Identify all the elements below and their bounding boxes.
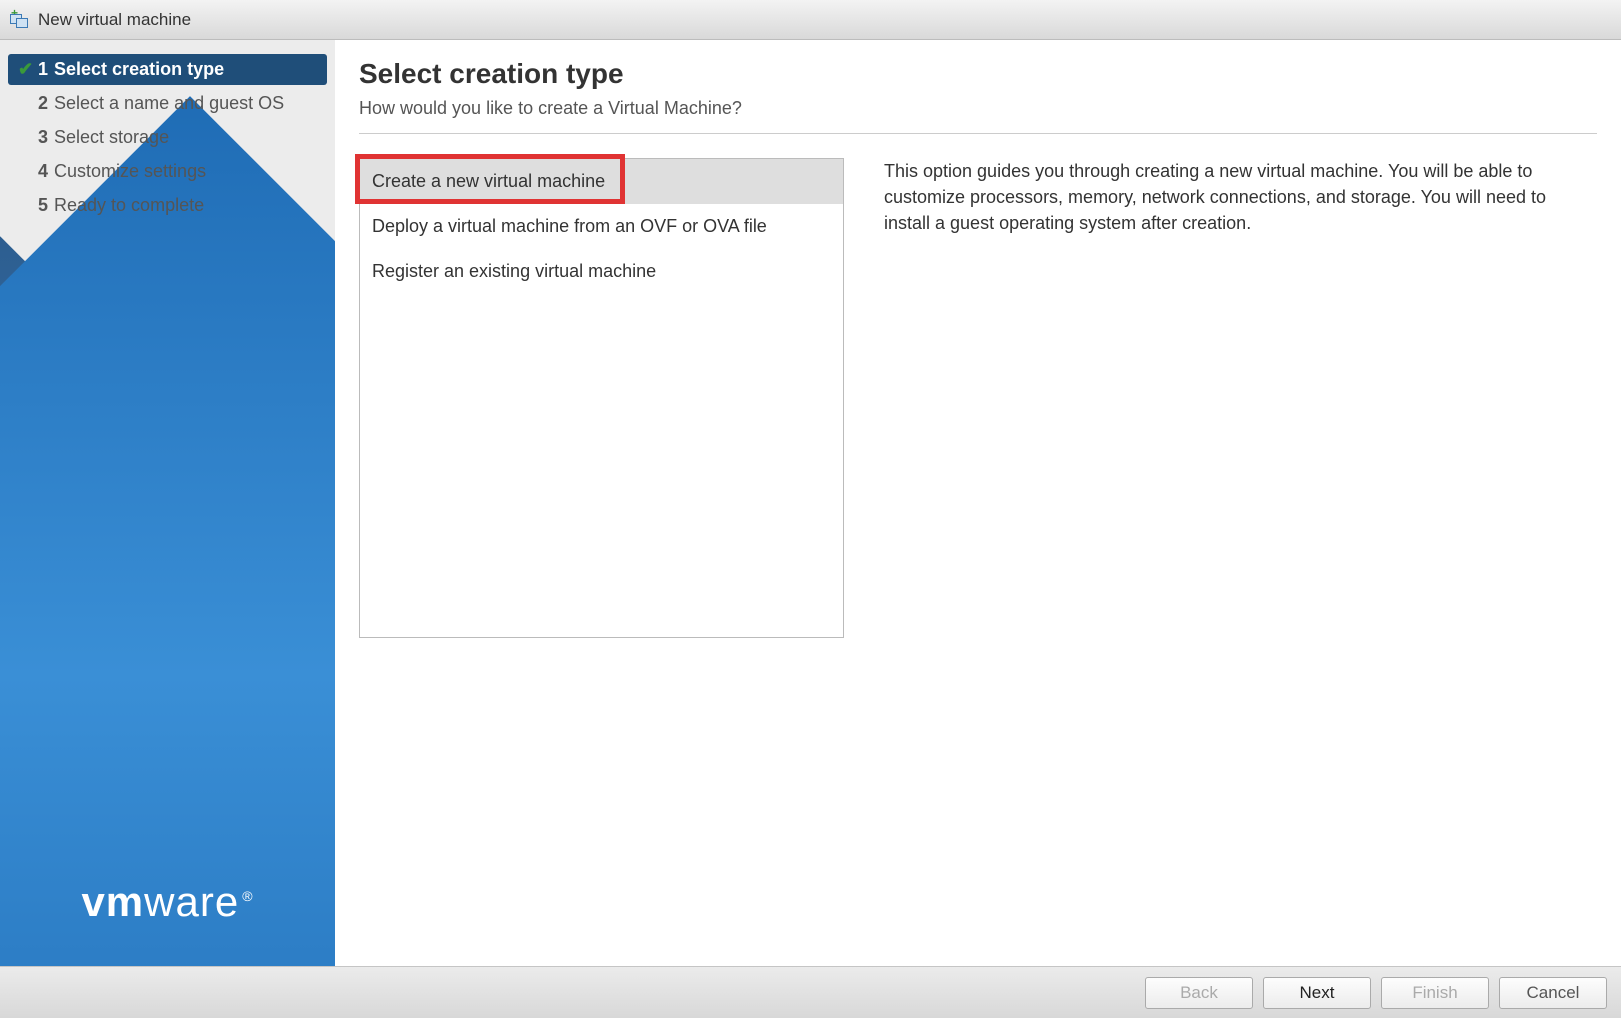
highlight-annotation — [355, 154, 625, 204]
step-label: Ready to complete — [54, 195, 204, 216]
back-button[interactable]: Back — [1145, 977, 1253, 1009]
step-label: Customize settings — [54, 161, 206, 182]
wizard-footer: Back Next Finish Cancel — [0, 966, 1621, 1018]
creation-option-2[interactable]: Deploy a virtual machine from an OVF or … — [360, 204, 843, 249]
next-button[interactable]: Next — [1263, 977, 1371, 1009]
step-number: 2 — [38, 93, 48, 114]
wizard-step-2[interactable]: 2 Select a name and guest OS — [8, 88, 327, 119]
step-number: 1 — [38, 59, 48, 80]
vm-new-icon: + — [10, 11, 30, 29]
wizard-step-3[interactable]: 3 Select storage — [8, 122, 327, 153]
wizard-sidebar: ✔1 Select creation type 2 Select a name and… — [0, 40, 335, 966]
step-number: 5 — [38, 195, 48, 216]
vmware-logo-reg: ® — [242, 888, 253, 904]
wizard-main: Select creation type How would you like … — [335, 40, 1621, 966]
step-label: Select storage — [54, 127, 169, 148]
wizard-step-4[interactable]: 4 Customize settings — [8, 156, 327, 187]
step-label: Select a name and guest OS — [54, 93, 284, 114]
vmware-logo-vm: vm — [81, 878, 144, 925]
creation-option-3[interactable]: Register an existing virtual machine — [360, 249, 843, 294]
vmware-logo-ware: ware — [144, 878, 239, 925]
creation-type-list[interactable]: Create a new virtual machineDeploy a vir… — [359, 158, 844, 638]
finish-button[interactable]: Finish — [1381, 977, 1489, 1009]
wizard-step-5[interactable]: 5 Ready to complete — [8, 190, 327, 221]
creation-option-1[interactable]: Create a new virtual machine — [360, 159, 843, 204]
cancel-button[interactable]: Cancel — [1499, 977, 1607, 1009]
vmware-logo: vmware® — [0, 878, 335, 926]
step-label: Select creation type — [54, 59, 224, 80]
check-icon: ✔ — [18, 59, 38, 80]
window-title: New virtual machine — [38, 10, 191, 30]
wizard-step-1[interactable]: ✔1 Select creation type — [8, 54, 327, 85]
page-subtitle: How would you like to create a Virtual M… — [359, 98, 1597, 134]
option-description: This option guides you through creating … — [884, 158, 1597, 948]
step-number: 4 — [38, 161, 48, 182]
page-title: Select creation type — [359, 58, 1597, 90]
title-bar: + New virtual machine — [0, 0, 1621, 40]
step-number: 3 — [38, 127, 48, 148]
